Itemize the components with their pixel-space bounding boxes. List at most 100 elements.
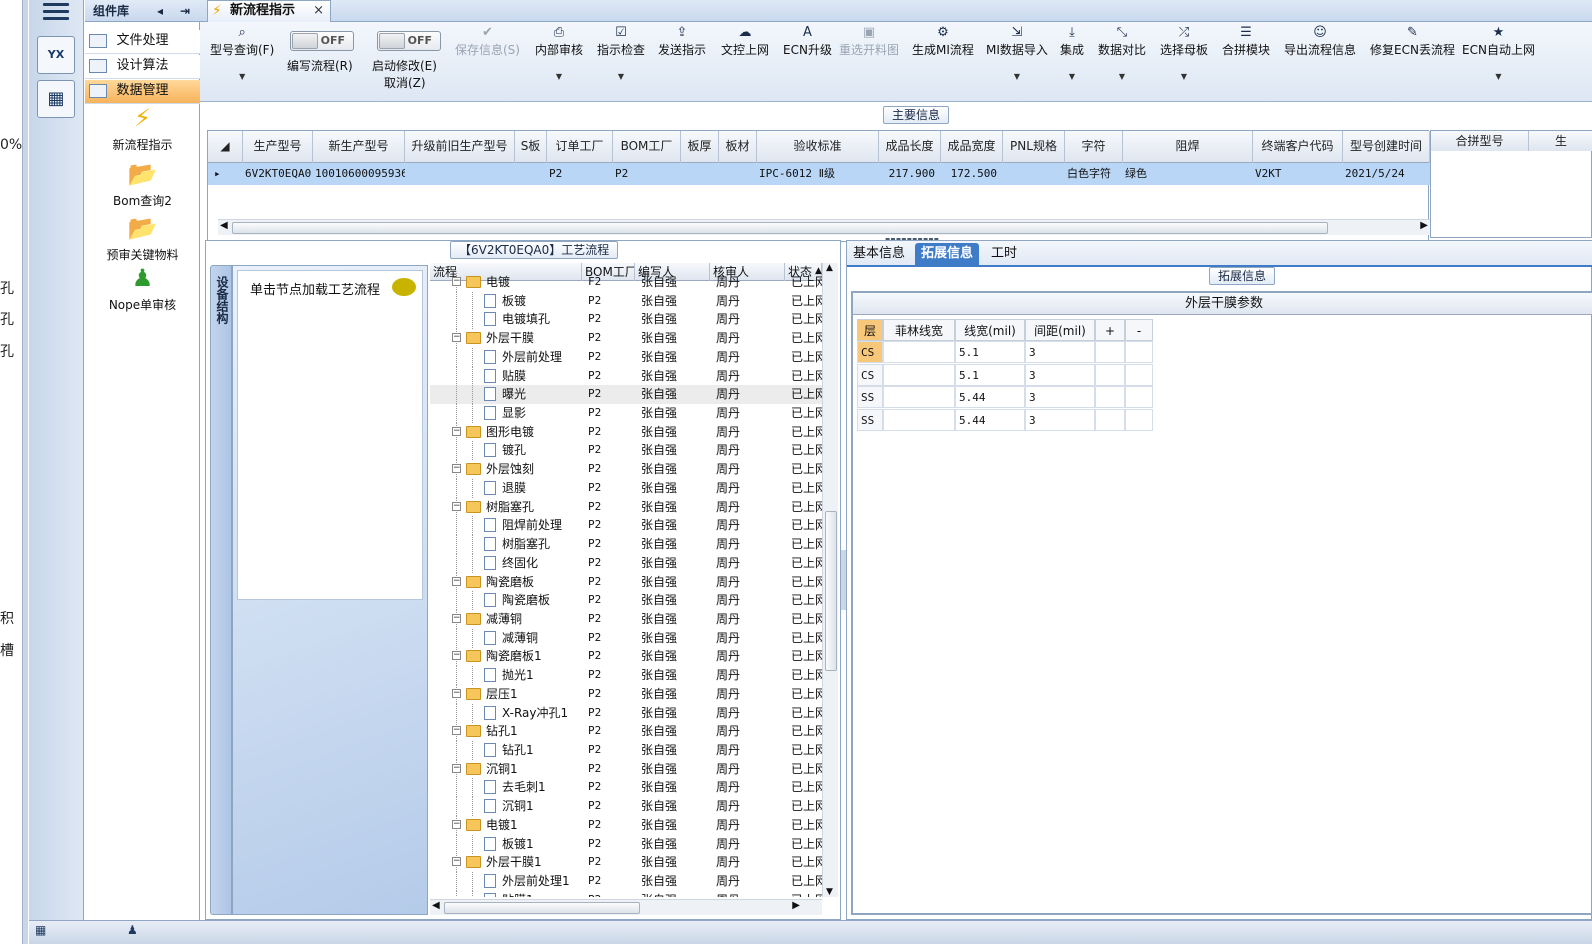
integrate-button[interactable]: ⤓ 集成 ▼ — [1060, 25, 1084, 81]
tree-row[interactable]: 终固化 P2 张自强 周丹 已上网 — [430, 553, 822, 573]
hamburger-menu-icon[interactable] — [43, 3, 69, 21]
tree-row[interactable]: − 陶瓷磨板 P2 张自强 周丹 已上网 — [430, 572, 822, 592]
table-cell[interactable]: 3 — [1025, 386, 1095, 408]
collapse-icon[interactable]: − — [452, 333, 461, 343]
table-cell[interactable]: CS — [857, 363, 883, 386]
scrollbar-thumb[interactable] — [232, 222, 1328, 234]
collapse-icon[interactable]: − — [452, 613, 461, 623]
library-item-3[interactable]: ♟ Nope单审核 — [85, 264, 200, 313]
table-cell[interactable] — [883, 408, 955, 431]
tree-row[interactable]: − 电镀 F2 张自强 周丹 已上网 — [430, 273, 822, 292]
tab-2[interactable]: 工时 — [985, 243, 1023, 267]
tree-row[interactable]: 镀孔 P2 张自强 周丹 已上网 — [430, 441, 822, 461]
tree-row[interactable]: 去毛刺1 P2 张自强 周丹 已上网 — [430, 778, 822, 798]
tree-row[interactable]: X-Ray冲孔1 P2 张自强 周丹 已上网 — [430, 703, 822, 723]
ecn-auto-upload-button[interactable]: ★ ECN自动上网 ▼ — [1462, 25, 1535, 81]
table-cell[interactable]: SS — [857, 408, 883, 431]
tree-row[interactable]: − 图形电镀 P2 张自强 周丹 已上网 — [430, 422, 822, 442]
table-cell[interactable]: 5.1 — [955, 363, 1025, 386]
tree-row[interactable]: − 外层干膜 P2 张自强 周丹 已上网 — [430, 329, 822, 349]
library-item-2[interactable]: 📂 预审关键物料 — [85, 214, 200, 263]
tree-row[interactable]: − 外层蚀刻 P2 张自强 周丹 已上网 — [430, 460, 822, 480]
collapse-icon[interactable]: − — [452, 426, 461, 436]
data-compare-button[interactable]: ⤡ 数据对比 ▼ — [1098, 25, 1146, 81]
tree-row[interactable]: 外层前处理 P2 张自强 周丹 已上网 — [430, 347, 822, 367]
merge-module-button[interactable]: ☰ 合拼模块 — [1222, 25, 1270, 58]
calculator-icon[interactable]: ▦ — [37, 80, 75, 118]
table-cell[interactable] — [883, 386, 955, 408]
scroll-left-icon[interactable]: ◀ — [220, 220, 228, 231]
tree-row[interactable]: − 钻孔1 P2 张自强 周丹 已上网 — [430, 722, 822, 742]
tree-row[interactable]: 退膜 P2 张自强 周丹 已上网 — [430, 478, 822, 498]
collapse-icon[interactable]: − — [452, 576, 461, 586]
table-cell[interactable]: 3 — [1025, 408, 1095, 431]
chevron-down-icon[interactable]: ▼ — [1060, 72, 1084, 81]
chevron-down-icon[interactable]: ▼ — [1462, 72, 1535, 81]
tree-row[interactable]: 外层前处理1 P2 张自强 周丹 已上网 — [430, 872, 822, 892]
load-flow-box[interactable]: 单击节点加载工艺流程 — [237, 270, 423, 600]
tree-row[interactable]: 电镀填孔 P2 张自强 周丹 已上网 — [430, 310, 822, 330]
tree-row[interactable]: − 外层干膜1 P2 张自强 周丹 已上网 — [430, 853, 822, 873]
tree-row[interactable]: 沉铜1 P2 张自强 周丹 已上网 — [430, 797, 822, 817]
model-query-button[interactable]: ⌕ 型号查询(F) ▼ — [210, 25, 274, 81]
collapse-icon[interactable]: − — [452, 501, 461, 511]
tab-0[interactable]: 基本信息 — [847, 243, 911, 267]
tree-row[interactable]: 阻焊前处理 P2 张自强 周丹 已上网 — [430, 516, 822, 536]
menu-item-0[interactable]: 文件处理 — [85, 30, 200, 54]
scroll-down-icon[interactable]: ▼ — [826, 887, 833, 897]
reselect-material-button[interactable]: ▣ 重选开料图 — [839, 25, 899, 58]
tree-row[interactable]: − 层压1 P2 张自强 周丹 已上网 — [430, 684, 822, 704]
table-cell[interactable] — [883, 363, 955, 386]
table-cell[interactable]: 3 — [1025, 341, 1095, 363]
tree-row[interactable]: 树脂塞孔 P2 张自强 周丹 已上网 — [430, 535, 822, 555]
chevron-down-icon[interactable]: ▼ — [210, 72, 274, 81]
menu-item-2[interactable]: 数据管理 — [85, 80, 200, 104]
library-item-1[interactable]: 📂 Bom查询2 — [85, 160, 200, 209]
table-cell[interactable] — [883, 341, 955, 363]
internal-review-button[interactable]: ⎙ 内部审核 ▼ — [535, 25, 583, 81]
vertical-scrollbar[interactable]: ▲ ▼ — [822, 263, 838, 897]
tree-row[interactable]: 曝光 P2 张自强 周丹 已上网 — [430, 385, 822, 405]
horizontal-scrollbar[interactable]: ◀ ▶ — [430, 899, 822, 915]
pin-icon[interactable]: ⇥ — [180, 0, 190, 22]
table-cell[interactable]: 3 — [1025, 363, 1095, 386]
scroll-left-icon[interactable]: ◀ — [432, 900, 440, 911]
tab-new-flow-instruction[interactable]: ⚡ 新流程指示 × — [207, 0, 331, 22]
edit-flow-toggle[interactable]: OFF — [290, 31, 354, 51]
tree-row[interactable]: 陶瓷磨板 P2 张自强 周丹 已上网 — [430, 591, 822, 611]
chevron-down-icon[interactable]: ▼ — [535, 72, 583, 81]
tree-row[interactable]: 板镀1 P2 张自强 周丹 已上网 — [430, 834, 822, 854]
tree-row[interactable]: − 沉铜1 P2 张自强 周丹 已上网 — [430, 759, 822, 779]
table-cell[interactable]: 5.44 — [955, 386, 1025, 408]
generate-mi-button[interactable]: ⚙ 生成MI流程 — [912, 25, 974, 58]
collapse-icon[interactable]: − — [452, 277, 461, 286]
scroll-up-icon[interactable]: ▲ — [826, 263, 833, 273]
chevron-down-icon[interactable]: ▼ — [1160, 72, 1208, 81]
ecn-upgrade-button[interactable]: A ECN升级 — [783, 25, 832, 58]
table-cell[interactable]: 5.1 — [955, 341, 1025, 363]
scroll-right-icon[interactable]: ▶ — [1420, 220, 1428, 231]
tree-row[interactable]: − 树脂塞孔 P2 张自强 周丹 已上网 — [430, 497, 822, 517]
doc-control-upload-button[interactable]: ☁ 文控上网 — [721, 25, 769, 58]
table-cell[interactable]: 5.44 — [955, 408, 1025, 431]
scroll-right-icon[interactable]: ▶ — [792, 900, 800, 911]
table-cell[interactable]: CS — [857, 341, 883, 363]
collapse-left-icon[interactable]: ◂ — [157, 0, 163, 22]
collapse-icon[interactable]: − — [452, 726, 461, 736]
library-item-0[interactable]: ⚡ 新流程指示 — [85, 104, 200, 153]
collapse-icon[interactable]: − — [452, 857, 461, 867]
chevron-down-icon[interactable]: ▼ — [1098, 72, 1146, 81]
tree-row[interactable]: 贴膜1 P2 张自强周丹已上网 — [430, 890, 822, 897]
save-info-button[interactable]: ✔ 保存信息(S) — [455, 25, 520, 58]
tree-row[interactable]: 抛光1 P2 张自强 周丹 已上网 — [430, 666, 822, 686]
table-row[interactable]: ▸ 6V2KT0EQA0 10010600095936 P2 P2 IPC-6012 Ⅱ… — [208, 163, 1430, 185]
start-modify-toggle[interactable]: OFF — [377, 31, 441, 51]
export-flow-button[interactable]: ☺ 导出流程信息 — [1284, 25, 1356, 58]
check-instruction-button[interactable]: ☑ 指示检查 ▼ — [597, 25, 645, 81]
chevron-down-icon[interactable]: ▼ — [986, 72, 1048, 81]
tree-row[interactable]: − 减薄铜 P2 张自强 周丹 已上网 — [430, 609, 822, 629]
tree-row[interactable]: 显影 P2 张自强 周丹 已上网 — [430, 404, 822, 424]
repair-ecn-button[interactable]: ✎ 修复ECN丢流程 — [1370, 25, 1455, 58]
equipment-structure-tab[interactable]: 设备结构 — [210, 265, 232, 915]
collapse-icon[interactable]: − — [452, 464, 461, 474]
